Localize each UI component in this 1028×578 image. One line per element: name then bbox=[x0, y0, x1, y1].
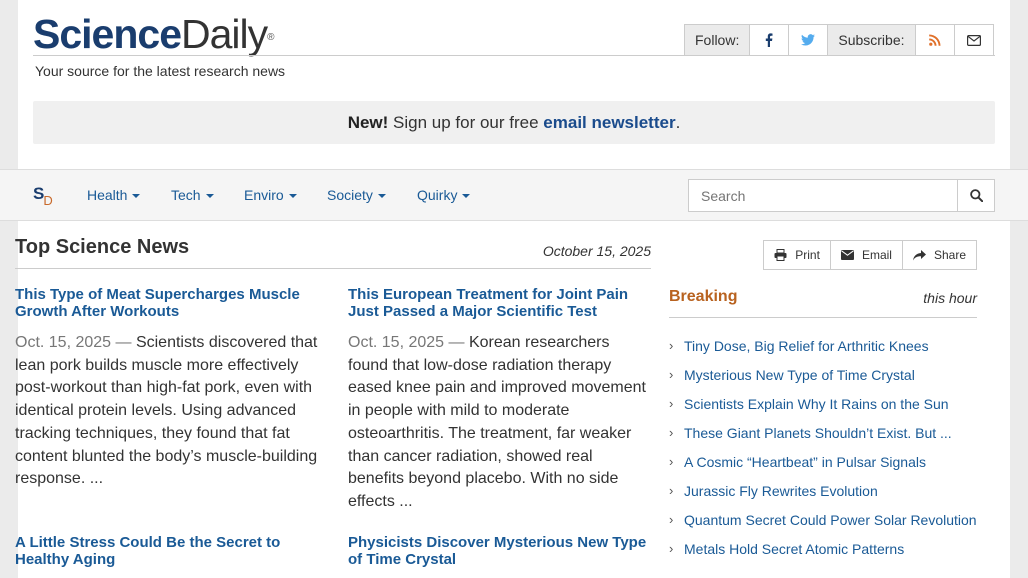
chevron-right-icon: › bbox=[669, 338, 674, 353]
story-card: This Type of Meat Supercharges Muscle Gr… bbox=[15, 286, 318, 491]
twitter-icon[interactable] bbox=[788, 25, 827, 55]
story-card: Physicists Discover Mysterious New Type … bbox=[348, 534, 651, 568]
list-item[interactable]: › Mysterious New Type of Time Crystal bbox=[669, 365, 977, 385]
chevron-right-icon: › bbox=[669, 541, 674, 556]
envelope-icon bbox=[840, 250, 854, 260]
caret-down-icon bbox=[377, 194, 386, 199]
list-item-label: These Giant Planets Shouldn’t Exist. But… bbox=[684, 425, 952, 441]
list-item-label: Scientists Explain Why It Rains on the S… bbox=[684, 396, 949, 412]
banner-end: . bbox=[675, 112, 681, 132]
nav-tech-label: Tech bbox=[171, 187, 201, 203]
sd-logo-d: D bbox=[43, 193, 53, 208]
list-item-label: Jurassic Fly Rewrites Evolution bbox=[684, 483, 878, 499]
story-dash: — bbox=[444, 334, 469, 351]
list-item-label: Tiny Dose, Big Relief for Arthritic Knee… bbox=[684, 338, 929, 354]
subscribe-label: Subscribe: bbox=[827, 25, 915, 55]
story-card: This European Treatment for Joint Pain J… bbox=[348, 286, 651, 514]
list-item-label: Metals Hold Secret Atomic Patterns bbox=[684, 541, 905, 557]
section-title: Top Science News bbox=[15, 236, 190, 258]
logo-science: Science bbox=[33, 11, 182, 57]
nav-bar: SD Health Tech Enviro Society Quirky bbox=[0, 169, 1028, 221]
chevron-right-icon: › bbox=[669, 454, 674, 469]
list-item-label: Quantum Secret Could Power Solar Revolut… bbox=[684, 512, 977, 528]
breaking-title: Breaking bbox=[669, 288, 738, 305]
share-icon bbox=[912, 249, 926, 260]
story-date: Oct. 15, 2025 bbox=[15, 334, 112, 351]
nav-society-label: Society bbox=[327, 187, 373, 203]
print-icon bbox=[774, 249, 787, 261]
search-button[interactable] bbox=[957, 180, 994, 211]
story-headline[interactable]: Physicists Discover Mysterious New Type … bbox=[348, 534, 651, 568]
story-card: A Little Stress Could Be the Secret to H… bbox=[15, 534, 318, 568]
caret-down-icon bbox=[288, 194, 297, 199]
caret-down-icon bbox=[462, 194, 471, 199]
follow-label: Follow: bbox=[685, 25, 750, 55]
list-item[interactable]: › Tiny Dose, Big Relief for Arthritic Kne… bbox=[669, 336, 977, 356]
list-item[interactable]: › Jurassic Fly Rewrites Evolution bbox=[669, 481, 977, 501]
email-button[interactable]: Email bbox=[829, 241, 902, 269]
story-text: Scientists discovered that lean pork bui… bbox=[15, 334, 318, 488]
story-summary: Oct. 15, 2025 — Korean researchers found… bbox=[348, 332, 651, 514]
story-summary: Oct. 15, 2025 — Scientists discovered th… bbox=[15, 332, 318, 491]
chevron-right-icon: › bbox=[669, 367, 674, 382]
logo-daily: Daily bbox=[181, 11, 268, 57]
email-label: Email bbox=[861, 248, 892, 262]
list-item-label: A Cosmic “Heartbeat” in Pulsar Signals bbox=[684, 454, 926, 470]
chevron-right-icon: › bbox=[669, 483, 674, 498]
breaking-subtitle: this hour bbox=[923, 290, 977, 306]
list-item[interactable]: › A Cosmic “Heartbeat” in Pulsar Signals bbox=[669, 452, 977, 472]
nav-health[interactable]: Health bbox=[87, 187, 141, 203]
list-item[interactable]: › Scientists Explain Why It Rains on the … bbox=[669, 394, 977, 414]
nav-tech[interactable]: Tech bbox=[171, 187, 214, 203]
share-tools: Print Email Share bbox=[763, 240, 977, 270]
nav-health-label: Health bbox=[87, 187, 128, 203]
facebook-icon[interactable] bbox=[749, 25, 788, 55]
nav-enviro[interactable]: Enviro bbox=[244, 187, 297, 203]
breaking-list: › Tiny Dose, Big Relief for Arthritic Kne… bbox=[669, 336, 977, 568]
list-item[interactable]: › Metals Hold Secret Atomic Patterns bbox=[669, 539, 977, 559]
search-box bbox=[688, 179, 995, 212]
list-item[interactable]: › These Giant Planets Shouldn’t Exist. Bu… bbox=[669, 423, 977, 443]
banner-new: New! bbox=[347, 112, 389, 132]
breaking-divider bbox=[669, 317, 977, 318]
story-date: Oct. 15, 2025 bbox=[348, 334, 445, 351]
logo-registered: ® bbox=[267, 32, 274, 43]
nav-enviro-label: Enviro bbox=[244, 187, 284, 203]
sd-logo[interactable]: SD bbox=[33, 184, 54, 208]
story-headline[interactable]: This European Treatment for Joint Pain J… bbox=[348, 286, 651, 320]
social-bar: Follow: Subscribe: bbox=[684, 24, 994, 56]
nav-quirky-label: Quirky bbox=[417, 187, 458, 203]
print-button[interactable]: Print bbox=[764, 241, 830, 269]
search-icon bbox=[969, 189, 983, 202]
nav-quirky[interactable]: Quirky bbox=[417, 187, 471, 203]
search-input[interactable] bbox=[689, 180, 957, 211]
story-text: Korean researchers found that low-dose r… bbox=[348, 334, 646, 510]
newsletter-banner: New! Sign up for our free email newslett… bbox=[33, 101, 995, 144]
chevron-right-icon: › bbox=[669, 396, 674, 411]
nav-society[interactable]: Society bbox=[327, 187, 386, 203]
section-divider bbox=[15, 268, 651, 269]
chevron-right-icon: › bbox=[669, 512, 674, 527]
list-item-label: Mysterious New Type of Time Crystal bbox=[684, 367, 915, 383]
caret-down-icon bbox=[205, 194, 214, 199]
story-dash: — bbox=[111, 334, 136, 351]
banner-text: Sign up for our free bbox=[388, 112, 544, 132]
list-item[interactable]: › Quantum Secret Could Power Solar Revolu… bbox=[669, 510, 977, 530]
envelope-icon[interactable] bbox=[953, 25, 993, 55]
site-logo[interactable]: ScienceDaily® bbox=[33, 11, 275, 57]
caret-down-icon bbox=[132, 194, 141, 199]
rss-icon[interactable] bbox=[914, 25, 954, 55]
tagline: Your source for the latest research news bbox=[35, 63, 286, 79]
newsletter-link[interactable]: email newsletter bbox=[543, 113, 675, 133]
print-label: Print bbox=[795, 248, 820, 262]
chevron-right-icon: › bbox=[669, 425, 674, 440]
story-headline[interactable]: This Type of Meat Supercharges Muscle Gr… bbox=[15, 286, 318, 320]
section-date: October 15, 2025 bbox=[542, 243, 651, 259]
story-headline[interactable]: A Little Stress Could Be the Secret to H… bbox=[15, 534, 318, 568]
share-button[interactable]: Share bbox=[901, 241, 976, 269]
share-label: Share bbox=[933, 248, 966, 262]
